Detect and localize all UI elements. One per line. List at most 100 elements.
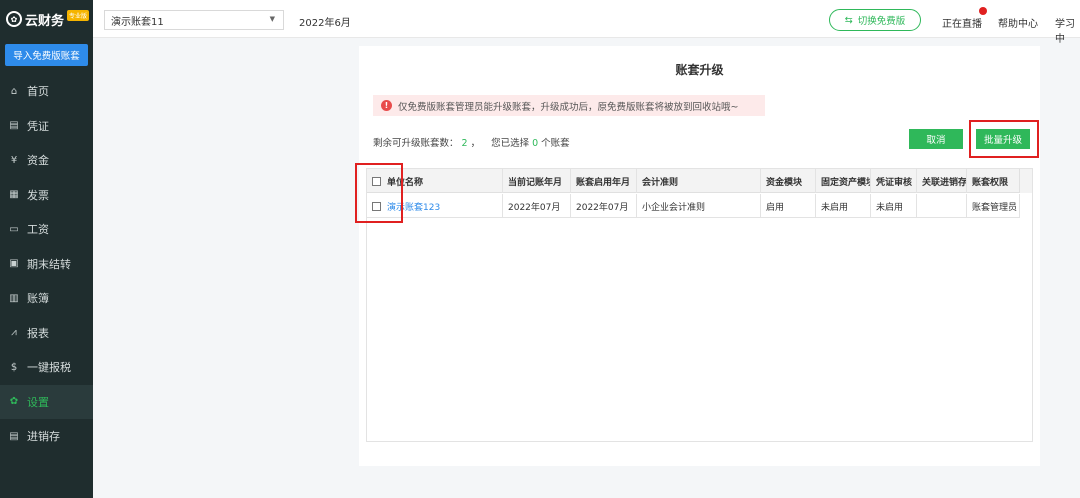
switch-free-version-button[interactable]: ⇆ 切换免费版 (829, 9, 921, 31)
column-header: 固定资产模块 (816, 169, 871, 193)
sidebar: ✿ 云财务 专业版 导入免费版账套 ⌂ 首页 ▤ 凭证 ¥ 资金 ▦ 发票 ▭ 工资 ▣ 期末结转 ▥ 账… (0, 0, 93, 498)
table-cell: 未启用 (871, 194, 917, 218)
cell-text: 2022年07月 (508, 202, 561, 213)
cell-text: 启用 (766, 202, 785, 213)
upgrade-panel: 账套升级 ! 仅免费版账套管理员能升级账套，升级成功后，原免费版账套将被放到回收… (355, 46, 1040, 466)
column-header: 当前记账年月 (503, 169, 571, 193)
column-header: 资金模块 (761, 169, 816, 193)
sidebar-item-9[interactable]: ✿ 设置 (0, 384, 93, 419)
remaining-count: 2 (461, 138, 468, 149)
table-cell: 小企业会计准则 (637, 194, 761, 218)
cell-text: 会计准则 (642, 177, 679, 188)
table-cell (917, 194, 967, 218)
column-header: 账套启用年月 (571, 169, 637, 193)
study-link[interactable]: 学习中 (1055, 15, 1080, 45)
remaining-label: 剩余可升级账套数： (373, 138, 459, 149)
sidebar-item-6[interactable]: ▥ 账簿 (0, 281, 93, 316)
settings-icon: ✿ (9, 396, 19, 408)
edition-badge: 专业版 (67, 9, 90, 21)
sidebar-item-label: 资金 (27, 154, 49, 168)
cell-text: 凭证审核 (876, 177, 913, 188)
table-cell: 账套管理员 (967, 194, 1020, 218)
sidebar-item-10[interactable]: ▤ 进销存 (0, 419, 93, 454)
fund-icon: ¥ (10, 154, 18, 166)
column-header: 凭证审核 (871, 169, 917, 193)
sidebar-item-label: 报表 (27, 326, 49, 340)
table-scroll-gutter (1019, 169, 1032, 193)
cell-text: 小企业会计准则 (642, 202, 706, 213)
table-header: 单位名称 当前记账年月 账套启用年月 会计准则 资金模块 固定资产模块 凭证审核 关联进销存账… (367, 169, 1020, 193)
cell-text: 固定资产模块 (821, 177, 871, 188)
selected-suffix: 个账套 (541, 138, 570, 149)
selected-count: 0 (532, 138, 539, 149)
warning-banner: ! 仅免费版账套管理员能升级账套，升级成功后，原免费版账套将被放到回收站哦~ (373, 95, 765, 116)
tax-icon: $ (10, 361, 18, 373)
sidebar-item-label: 期末结转 (27, 257, 71, 271)
salary-icon: ▭ (9, 223, 19, 235)
cell-text: 未启用 (821, 202, 849, 213)
invoice-icon: ▦ (9, 189, 19, 201)
sidebar-item-label: 账簿 (27, 292, 49, 306)
book-select[interactable]: 演示账套11 ▼ (104, 10, 284, 30)
cell-text: 账套权限 (972, 177, 1009, 188)
sidebar-nav: ⌂ 首页 ▤ 凭证 ¥ 资金 ▦ 发票 ▭ 工资 ▣ 期末结转 ▥ 账簿 ⩘ 报表 $ 一键报税 ✿ 设置 ▤ 进销存 (0, 74, 93, 454)
warning-icon: ! (381, 100, 392, 111)
caret-down-icon: ▼ (269, 15, 275, 23)
sidebar-item-label: 发票 (27, 188, 49, 202)
current-period: 2022年6月 (299, 18, 351, 29)
sidebar-item-3[interactable]: ▦ 发票 (0, 178, 93, 213)
logo-icon: ✿ (6, 11, 22, 27)
sidebar-item-label: 工资 (27, 223, 49, 237)
sidebar-item-2[interactable]: ¥ 资金 (0, 143, 93, 178)
cell-text: 关联进销存 (922, 177, 967, 188)
switch-icon: ⇆ (844, 14, 853, 26)
live-link[interactable]: 正在直播 (942, 15, 982, 30)
cell-text: 未启用 (876, 202, 904, 213)
switch-label: 切换免费版 (857, 16, 906, 27)
table-cell: 2022年07月 (503, 194, 571, 218)
column-header: 会计准则 (637, 169, 761, 193)
table-cell: 未启用 (816, 194, 871, 218)
logo-text: 云财务 (25, 13, 65, 29)
app-logo[interactable]: ✿ 云财务 专业版 (0, 0, 93, 38)
book-select-value: 演示账套11 (111, 16, 164, 28)
cancel-button[interactable]: 取消 (909, 129, 963, 149)
sidebar-item-0[interactable]: ⌂ 首页 (0, 74, 93, 109)
column-header: 账套权限 (967, 169, 1020, 193)
cell-text: 当前记账年月 (508, 177, 563, 188)
sidebar-item-4[interactable]: ▭ 工资 (0, 212, 93, 247)
voucher-icon: ▤ (9, 120, 19, 132)
sidebar-item-label: 凭证 (27, 119, 49, 133)
cell-text: 2022年07月 (576, 202, 629, 213)
highlight-box (969, 120, 1039, 158)
live-badge-icon (979, 7, 987, 15)
table-cell: 2022年07月 (571, 194, 637, 218)
sidebar-item-1[interactable]: ▤ 凭证 (0, 109, 93, 144)
column-header: 关联进销存 (917, 169, 967, 193)
sidebar-item-5[interactable]: ▣ 期末结转 (0, 247, 93, 282)
warning-text: 仅免费版账套管理员能升级账套，升级成功后，原免费版账套将被放到回收站哦~ (398, 101, 739, 113)
highlight-box (355, 163, 403, 223)
sidebar-item-label: 一键报税 (27, 361, 71, 375)
sidebar-item-8[interactable]: $ 一键报税 (0, 350, 93, 385)
help-center-link[interactable]: 帮助中心 (998, 15, 1038, 30)
cell-text: 账套启用年月 (576, 177, 631, 188)
period-end-icon: ▣ (9, 258, 19, 270)
top-bar: 演示账套11 ▼ 2022年6月 ⇆ 切换免费版 正在直播 帮助中心 学习中 (93, 0, 1080, 45)
sidebar-item-label: 首页 (27, 85, 49, 99)
remaining-separator: ， (470, 138, 481, 149)
sidebar-item-label: 进销存 (27, 430, 60, 444)
import-free-book-button[interactable]: 导入免费版账套 (5, 44, 88, 66)
sidebar-item-7[interactable]: ⩘ 报表 (0, 316, 93, 351)
cell-text: 资金模块 (766, 177, 803, 188)
cell-text: 账套管理员 (972, 202, 1018, 213)
table-row[interactable]: 演示账套123 2022年07月 2022年07月 小企业会计准则 启用 未启用 未启用 账套… (367, 194, 1020, 218)
selected-prefix: 您已选择 (491, 138, 530, 149)
sidebar-item-label: 设置 (27, 395, 49, 409)
inventory-icon: ▤ (9, 430, 19, 442)
home-icon: ⌂ (10, 85, 18, 97)
table-cell: 启用 (761, 194, 816, 218)
report-icon: ⩘ (11, 327, 17, 339)
book-table: 单位名称 当前记账年月 账套启用年月 会计准则 资金模块 固定资产模块 凭证审核 关联进销存账… (366, 168, 1033, 442)
page-title: 账套升级 (675, 63, 724, 77)
